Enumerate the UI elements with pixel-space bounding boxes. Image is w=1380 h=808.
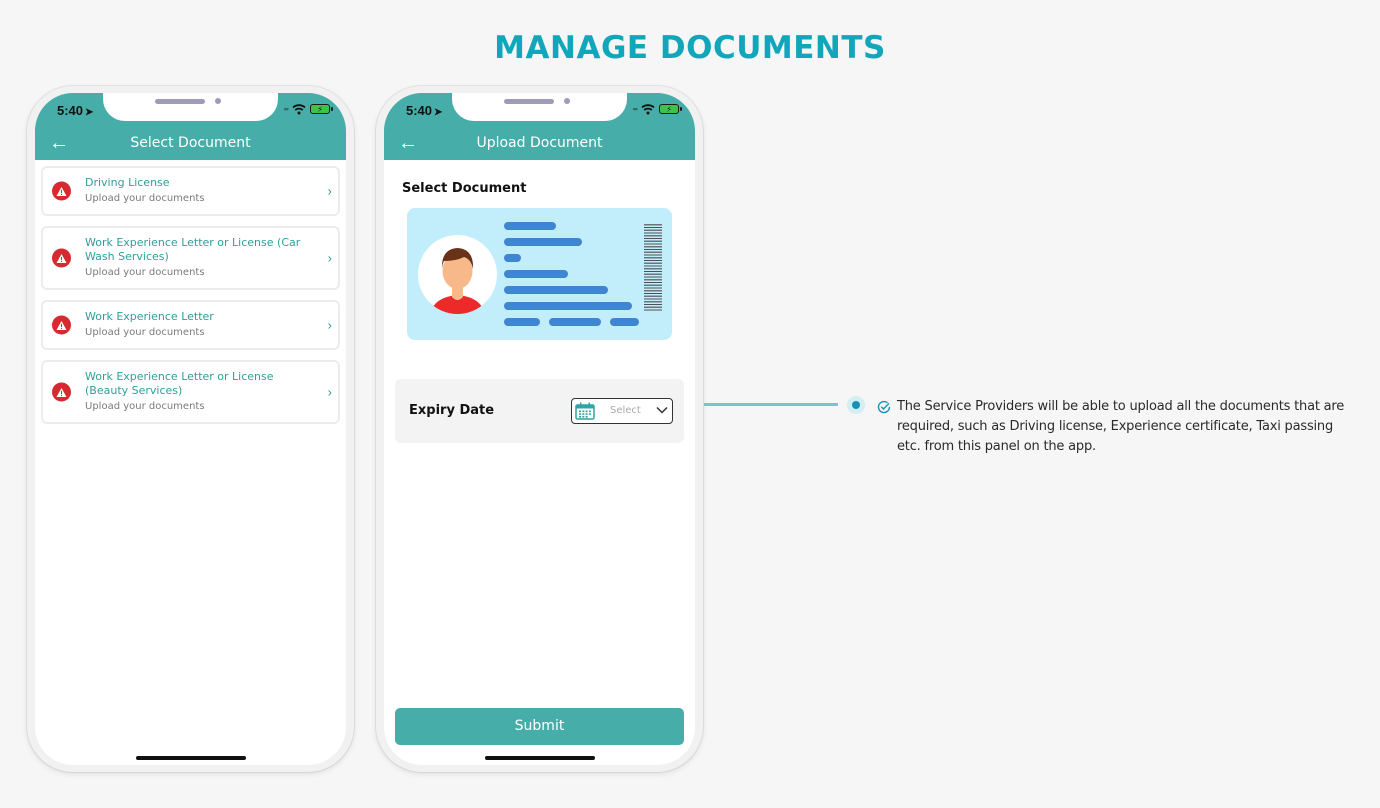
chevron-right-icon: › (327, 183, 332, 199)
status-time: 5:40 ➤ (57, 103, 93, 118)
front-camera (564, 98, 570, 104)
document-list: Driving License Upload your documents › … (41, 166, 340, 434)
expiry-date-label: Expiry Date (409, 403, 495, 418)
document-item-car-wash[interactable]: Work Experience Letter or License (Car W… (41, 226, 340, 290)
callout-connector-line (704, 403, 838, 406)
expiry-date-select[interactable]: Select (571, 398, 673, 424)
status-icons: ▪▪ ⚡ (283, 103, 333, 115)
location-arrow-icon: ➤ (85, 107, 94, 118)
document-title: Work Experience Letter or License (Car W… (85, 236, 301, 263)
status-time: 5:40 ➤ (406, 103, 442, 118)
id-card-illustration[interactable] (407, 208, 672, 340)
screen-title: Upload Document (476, 135, 603, 151)
barcode (644, 224, 662, 312)
front-camera (215, 98, 221, 104)
section-label: Select Document (402, 181, 527, 196)
submit-button[interactable]: Submit (395, 708, 684, 745)
speaker-grille (504, 99, 554, 104)
expiry-date-row: Expiry Date Select (395, 379, 684, 443)
battery-charging-icon: ⚡ (310, 104, 333, 114)
signal-icon: ▪▪ (283, 104, 289, 114)
expiry-date-placeholder: Select (610, 405, 641, 416)
warning-icon (52, 248, 71, 268)
app-bar: 5:40 ➤ ▪▪ ⚡ ← Select Document (35, 93, 346, 160)
warning-icon (52, 181, 71, 201)
battery-charging-icon: ⚡ (659, 104, 682, 114)
signal-icon: ▪▪ (632, 104, 638, 114)
document-subtitle: Upload your documents (85, 193, 205, 204)
callout-dot-inner (852, 401, 860, 409)
screen-title: Select Document (130, 135, 251, 151)
document-item-beauty[interactable]: Work Experience Letter or License (Beaut… (41, 360, 340, 424)
document-item-driving-license[interactable]: Driving License Upload your documents › (41, 166, 340, 216)
home-indicator (135, 756, 246, 760)
warning-icon (52, 382, 71, 402)
document-title: Work Experience Letter or License (Beaut… (85, 370, 274, 397)
phone-screen: 5:40 ➤ ▪▪ ⚡ ← Select Document Driving Lic… (35, 93, 346, 765)
callout-description: The Service Providers will be able to up… (897, 399, 1345, 454)
app-bar: 5:40 ➤ ▪▪ ⚡ ← Upload Document (384, 93, 695, 160)
document-item-work-experience[interactable]: Work Experience Letter Upload your docum… (41, 300, 340, 350)
chevron-right-icon: › (327, 384, 332, 400)
phone-screen: 5:40 ➤ ▪▪ ⚡ ← Upload Document Select Docu… (384, 93, 695, 765)
status-time-text: 5:40 (406, 103, 433, 118)
phone-notch (103, 93, 278, 121)
avatar (418, 235, 497, 314)
document-title: Driving License (85, 176, 170, 189)
chevron-right-icon: › (327, 250, 332, 266)
phone-select-document: 5:40 ➤ ▪▪ ⚡ ← Select Document Driving Lic… (27, 86, 354, 772)
callout-dot (847, 396, 865, 414)
warning-icon (52, 315, 71, 335)
speaker-grille (155, 99, 205, 104)
chevron-down-icon (656, 406, 668, 414)
wifi-icon (641, 104, 655, 115)
phone-upload-document: 5:40 ➤ ▪▪ ⚡ ← Upload Document Select Docu… (376, 86, 703, 772)
page-title: MANAGE DOCUMENTS (494, 30, 886, 66)
status-time-text: 5:40 (57, 103, 84, 118)
wifi-icon (292, 104, 306, 115)
document-subtitle: Upload your documents (85, 401, 205, 412)
home-indicator (484, 756, 595, 760)
calendar-icon (575, 402, 595, 420)
chevron-right-icon: › (327, 317, 332, 333)
document-title: Work Experience Letter (85, 310, 214, 323)
check-circle-icon (877, 400, 891, 414)
document-subtitle: Upload your documents (85, 267, 205, 278)
location-arrow-icon: ➤ (434, 107, 443, 118)
document-subtitle: Upload your documents (85, 327, 205, 338)
status-icons: ▪▪ ⚡ (632, 103, 682, 115)
phone-notch (452, 93, 627, 121)
